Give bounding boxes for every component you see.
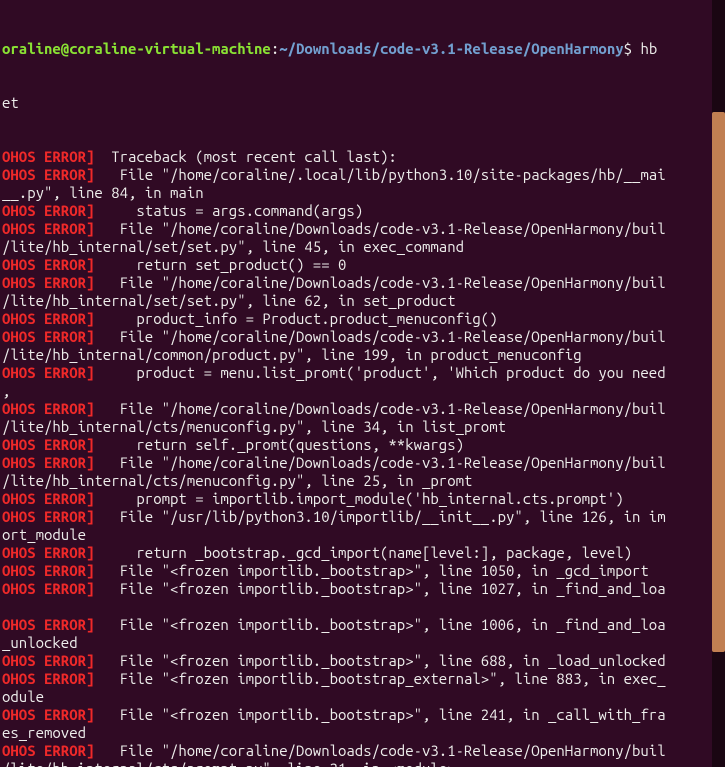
error-text: return _bootstrap._gcd_import(name[level… (94, 544, 632, 561)
error-text: File "/home/coraline/Downloads/code-v3.1… (94, 220, 665, 237)
error-tag: OHOS ERROR] (2, 616, 94, 633)
output-line: OHOS ERROR] File "<frozen importlib._boo… (2, 580, 723, 598)
error-text: File "/home/coraline/Downloads/code-v3.1… (94, 454, 665, 471)
output-line: __.py", line 84, in main (2, 184, 723, 202)
error-text: File "<frozen importlib._bootstrap>", li… (94, 706, 665, 723)
output-line: /lite/hb_internal/cts/menuconfig.py", li… (2, 418, 723, 436)
output-line: OHOS ERROR] File "/home/coraline/Downloa… (2, 400, 723, 418)
prompt-sep1: : (271, 40, 279, 57)
output-line: OHOS ERROR] Traceback (most recent call … (2, 148, 723, 166)
error-tag: OHOS ERROR] (2, 706, 94, 723)
output-line: OHOS ERROR] product = menu.list_promt('p… (2, 364, 723, 382)
output-line: OHOS ERROR] File "<frozen importlib._boo… (2, 670, 723, 688)
output-line: OHOS ERROR] File "<frozen importlib._boo… (2, 706, 723, 724)
error-text: File "<frozen importlib._bootstrap>", li… (94, 616, 665, 633)
output-line: OHOS ERROR] File "<frozen importlib._boo… (2, 652, 723, 670)
cmd-wrap: et (2, 94, 723, 112)
error-tag: OHOS ERROR] (2, 274, 94, 291)
error-text: return self._promt(questions, **kwargs) (94, 436, 464, 453)
error-tag: OHOS ERROR] (2, 652, 94, 669)
prompt-sep2: $ (624, 40, 641, 57)
error-tag: OHOS ERROR] (2, 490, 94, 507)
output-line: OHOS ERROR] product_info = Product.produ… (2, 310, 723, 328)
scrollbar-thumb[interactable] (712, 112, 725, 652)
error-tag: OHOS ERROR] (2, 364, 94, 381)
error-tag: OHOS ERROR] (2, 400, 94, 417)
error-tag: OHOS ERROR] (2, 436, 94, 453)
output-line: odule (2, 688, 723, 706)
error-text: File "<frozen importlib._bootstrap>", li… (94, 652, 665, 669)
output-line: OHOS ERROR] File "/usr/lib/python3.10/im… (2, 508, 723, 526)
output-line: /lite/hb_internal/cts/menuconfig.py", li… (2, 472, 723, 490)
error-tag: OHOS ERROR] (2, 742, 94, 759)
error-text: Traceback (most recent call last): (94, 148, 396, 165)
output-line: OHOS ERROR] prompt = importlib.import_mo… (2, 490, 723, 508)
error-tag: OHOS ERROR] (2, 166, 94, 183)
error-tag: OHOS ERROR] (2, 508, 94, 525)
output-line: OHOS ERROR] return self._promt(questions… (2, 436, 723, 454)
prompt-userhost: oraline@coraline-virtual-machine (2, 40, 271, 57)
output-line: OHOS ERROR] status = args.command(args) (2, 202, 723, 220)
error-text: File "/home/coraline/Downloads/code-v3.1… (94, 742, 665, 759)
error-text: return set_product() == 0 (94, 256, 346, 273)
prompt-line: oraline@coraline-virtual-machine:~/Downl… (2, 40, 723, 58)
error-text: File "/home/coraline/Downloads/code-v3.1… (94, 274, 665, 291)
error-tag: OHOS ERROR] (2, 310, 94, 327)
error-tag: OHOS ERROR] (2, 580, 94, 597)
error-tag: OHOS ERROR] (2, 454, 94, 471)
error-tag: OHOS ERROR] (2, 202, 94, 219)
error-text: File "/home/coraline/Downloads/code-v3.1… (94, 400, 665, 417)
error-text: File "<frozen importlib._bootstrap_exter… (94, 670, 665, 687)
output-line: ort_module (2, 526, 723, 544)
scrollbar-track[interactable] (712, 0, 725, 767)
error-text: File "/home/coraline/.local/lib/python3.… (94, 166, 665, 183)
output-line: OHOS ERROR] File "/home/coraline/.local/… (2, 166, 723, 184)
output-line: , (2, 382, 723, 400)
error-tag: OHOS ERROR] (2, 562, 94, 579)
error-tag: OHOS ERROR] (2, 148, 94, 165)
output-line: OHOS ERROR] File "/home/coraline/Downloa… (2, 328, 723, 346)
output-line: OHOS ERROR] return _bootstrap._gcd_impor… (2, 544, 723, 562)
output-line: OHOS ERROR] File "/home/coraline/Downloa… (2, 220, 723, 238)
error-text: File "<frozen importlib._bootstrap>", li… (94, 580, 665, 597)
output-line: OHOS ERROR] File "/home/coraline/Downloa… (2, 742, 723, 760)
output-line: es_removed (2, 724, 723, 742)
output-line: OHOS ERROR] File "<frozen importlib._boo… (2, 616, 723, 634)
output-line (2, 598, 723, 616)
output-line: /lite/hb_internal/set/set.py", line 62, … (2, 292, 723, 310)
output-line: OHOS ERROR] File "<frozen importlib._boo… (2, 562, 723, 580)
output-line: /lite/hb_internal/cts/prompt.py", line 2… (2, 760, 723, 767)
output-lines: OHOS ERROR] Traceback (most recent call … (2, 148, 723, 767)
prompt-path: ~/Downloads/code-v3.1-Release/OpenHarmon… (279, 40, 623, 57)
output-line: /lite/hb_internal/common/product.py", li… (2, 346, 723, 364)
output-line: OHOS ERROR] return set_product() == 0 (2, 256, 723, 274)
error-tag: OHOS ERROR] (2, 220, 94, 237)
terminal[interactable]: oraline@coraline-virtual-machine:~/Downl… (0, 0, 725, 767)
error-text: product_info = Product.product_menuconfi… (94, 310, 497, 327)
error-text: File "/usr/lib/python3.10/importlib/__in… (94, 508, 665, 525)
error-text: File "<frozen importlib._bootstrap>", li… (94, 562, 648, 579)
error-tag: OHOS ERROR] (2, 328, 94, 345)
error-tag: OHOS ERROR] (2, 256, 94, 273)
error-text: product = menu.list_promt('product', 'Wh… (94, 364, 665, 381)
output-line: /lite/hb_internal/set/set.py", line 45, … (2, 238, 723, 256)
error-text: prompt = importlib.import_module('hb_int… (94, 490, 623, 507)
error-text: status = args.command(args) (94, 202, 363, 219)
error-tag: OHOS ERROR] (2, 544, 94, 561)
output-line: OHOS ERROR] File "/home/coraline/Downloa… (2, 274, 723, 292)
output-line: _unlocked (2, 634, 723, 652)
error-text: File "/home/coraline/Downloads/code-v3.1… (94, 328, 665, 345)
error-tag: OHOS ERROR] (2, 670, 94, 687)
prompt-cmd: hb (640, 40, 657, 57)
output-line: OHOS ERROR] File "/home/coraline/Downloa… (2, 454, 723, 472)
